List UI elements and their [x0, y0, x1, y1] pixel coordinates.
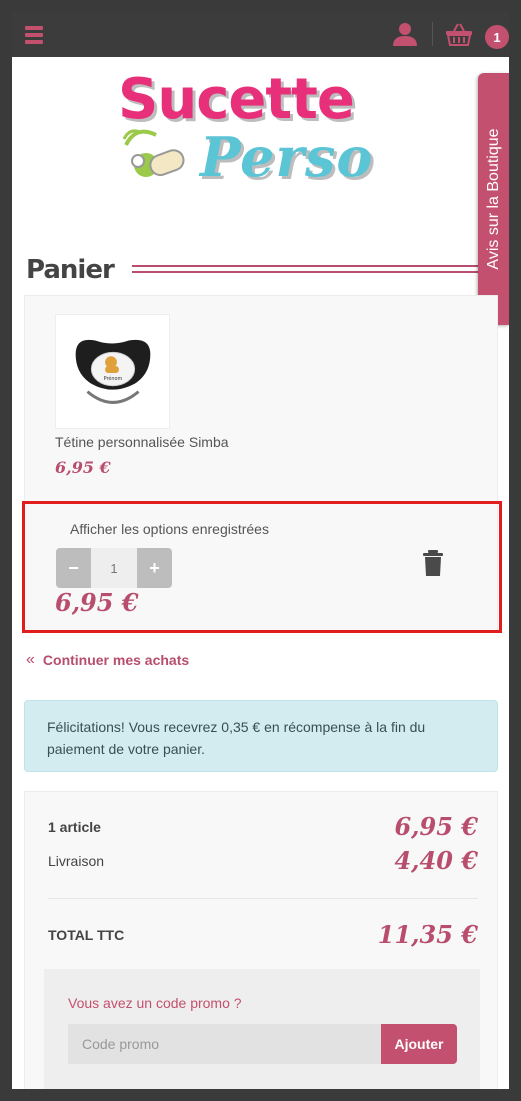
summary-shipping-row: Livraison 4,40 € — [48, 846, 478, 875]
user-icon[interactable] — [392, 22, 418, 46]
promo-code-panel: Vous avez un code promo ? Ajouter — [44, 969, 480, 1089]
shipping-value: 4,40 € — [394, 846, 478, 875]
page-content: Sucette Perso Panier Avis sur la Boutiqu… — [12, 57, 509, 1089]
item-options-panel: Afficher les options enregistrées − 1 + … — [22, 501, 502, 633]
pacifier-logo-icon — [122, 129, 185, 179]
product-image[interactable]: Prénom — [55, 314, 170, 429]
total-label: TOTAL TTC — [48, 926, 125, 943]
total-value: 11,35 € — [377, 920, 478, 949]
articles-label: 1 article — [48, 818, 101, 835]
promo-code-input[interactable] — [68, 1024, 381, 1064]
reviews-side-tab[interactable]: Avis sur la Boutique — [478, 73, 509, 325]
svg-text:Prénom: Prénom — [104, 375, 123, 382]
page-title: Panier — [26, 255, 115, 285]
summary-articles-row: 1 article 6,95 € — [48, 812, 478, 841]
menu-icon[interactable] — [25, 26, 43, 44]
shipping-label: Livraison — [48, 852, 105, 869]
increase-quantity-button[interactable]: + — [137, 548, 172, 588]
articles-value: 6,95 € — [394, 812, 478, 841]
reward-notice: Félicitations! Vous recevrez 0,35 € en r… — [24, 700, 498, 772]
continue-shopping-label: Continuer mes achats — [42, 652, 190, 668]
reviews-side-tab-label: Avis sur la Boutique — [484, 128, 502, 270]
cart-count-badge[interactable]: 1 — [485, 25, 509, 49]
quantity-stepper: − 1 + — [56, 548, 172, 588]
apply-promo-button[interactable]: Ajouter — [381, 1024, 457, 1064]
line-total-price: 6,95 € — [55, 588, 139, 617]
top-bar: 1 — [12, 12, 509, 57]
quantity-value[interactable]: 1 — [91, 548, 137, 588]
promo-code-toggle[interactable]: Vous avez un code promo ? — [68, 995, 242, 1011]
site-logo[interactable]: Sucette Perso — [112, 67, 412, 207]
product-unit-price: 6,95 € — [55, 458, 111, 477]
title-decoration — [132, 265, 492, 277]
continue-shopping-link[interactable]: « Continuer mes achats — [26, 651, 189, 669]
order-summary: 1 article 6,95 € Livraison 4,40 € TOTAL … — [24, 791, 498, 1089]
header-divider — [432, 22, 433, 46]
product-name[interactable]: Tétine personnalisée Simba — [55, 434, 229, 450]
logo-text-perso: Perso — [200, 125, 374, 189]
show-saved-options-link[interactable]: Afficher les options enregistrées — [70, 521, 269, 537]
trash-icon[interactable] — [422, 550, 444, 576]
summary-divider — [48, 898, 478, 899]
double-chevron-left-icon: « — [26, 651, 35, 668]
summary-total-row: TOTAL TTC 11,35 € — [48, 920, 478, 949]
basket-icon[interactable] — [445, 22, 473, 46]
page-header: Panier — [26, 255, 496, 285]
decrease-quantity-button[interactable]: − — [56, 548, 91, 588]
